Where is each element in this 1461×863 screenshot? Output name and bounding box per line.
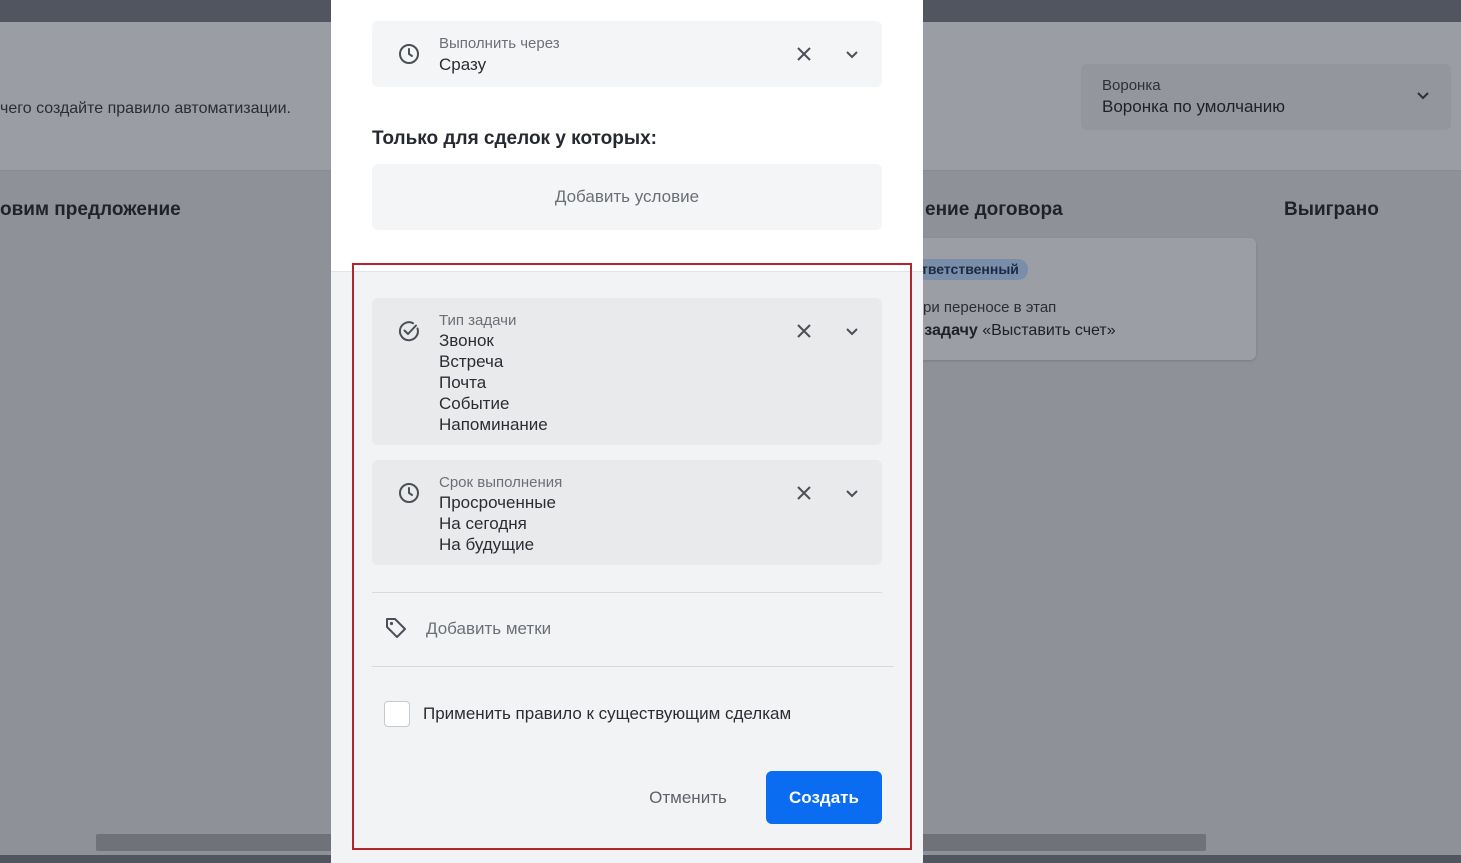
execute-after-label: Выполнить через (439, 35, 560, 52)
column-title: ение договора (925, 199, 1063, 220)
automation-card[interactable]: тветственный ри переносе в этап ь задачу… (905, 238, 1256, 360)
highlight-frame (352, 263, 912, 850)
card-action-rest: «Выставить счет» (977, 322, 1116, 339)
execute-after-field[interactable]: Выполнить через Сразу (372, 21, 882, 87)
responsible-badge: тветственный (905, 259, 1028, 280)
chevron-down-icon (1417, 92, 1429, 100)
execute-after-value: Сразу (439, 55, 487, 74)
funnel-value: Воронка по умолчанию (1102, 97, 1286, 116)
clock-icon (399, 44, 419, 64)
funnel-label: Воронка (1102, 77, 1161, 94)
close-icon[interactable] (796, 46, 812, 62)
add-condition-button[interactable]: Добавить условие (372, 164, 882, 230)
funnel-select[interactable]: Воронка Воронка по умолчанию (1081, 64, 1451, 130)
conditions-title: Только для сделок у которых: (372, 128, 657, 149)
chevron-down-icon[interactable] (844, 46, 860, 62)
card-action-text: ь задачу «Выставить счет» (910, 322, 1116, 340)
automation-hint: чего создайте правило автоматизации. (0, 100, 291, 117)
column-title: Выиграно (1284, 199, 1379, 220)
column-title: овим предложение (0, 199, 181, 220)
card-trigger-text: ри переносе в этап (923, 299, 1057, 316)
